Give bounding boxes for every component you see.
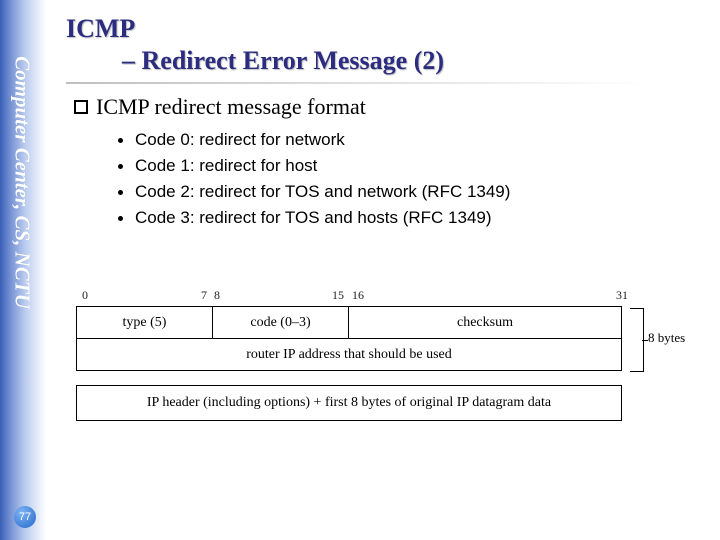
header-row-1: type (5) code (0–3) checksum <box>77 307 621 339</box>
field-code: code (0–3) <box>213 307 349 338</box>
list-item: Code 0: redirect for network <box>118 130 706 150</box>
body: ICMP redirect message format Code 0: red… <box>66 94 706 228</box>
title-separator <box>66 82 686 84</box>
slide-title-line2: – Redirect Error Message (2) <box>122 46 706 76</box>
section-heading: ICMP redirect message format <box>96 94 366 120</box>
bullet-text: Code 3: redirect for TOS and hosts (RFC … <box>135 208 492 228</box>
field-payload: IP header (including options) + first 8 … <box>76 385 622 421</box>
brace-label: 8 bytes <box>648 330 685 346</box>
page-number-badge: 77 <box>14 506 36 528</box>
bit-label: 16 <box>352 288 364 303</box>
packet-wrap: type (5) code (0–3) checksum router IP a… <box>76 306 690 371</box>
list-item: Code 3: redirect for TOS and hosts (RFC … <box>118 208 706 228</box>
bullet-dot-icon <box>118 190 123 195</box>
slide-title-line1: ICMP <box>66 14 706 44</box>
field-checksum: checksum <box>349 307 621 338</box>
bullet-dot-icon <box>118 216 123 221</box>
icmp-header-box: type (5) code (0–3) checksum router IP a… <box>76 306 622 371</box>
bit-label: 31 <box>616 288 628 303</box>
diagram-gap <box>76 371 690 385</box>
sidebar: Computer Center, CS, NCTU 77 <box>0 0 46 540</box>
bit-label: 15 <box>332 288 344 303</box>
section-heading-row: ICMP redirect message format <box>74 94 706 120</box>
bullet-text: Code 0: redirect for network <box>135 130 345 150</box>
packet-diagram: 0 7 8 15 16 31 type (5) code (0–3) check… <box>76 288 690 421</box>
bullet-dot-icon <box>118 164 123 169</box>
bit-ruler: 0 7 8 15 16 31 <box>76 288 690 304</box>
bullet-dot-icon <box>118 138 123 143</box>
bullet-text: Code 1: redirect for host <box>135 156 317 176</box>
list-item: Code 2: redirect for TOS and network (RF… <box>118 182 706 202</box>
square-bullet-icon <box>74 100 88 114</box>
content-area: ICMP – Redirect Error Message (2) ICMP r… <box>66 14 706 234</box>
field-router-ip: router IP address that should be used <box>77 339 621 370</box>
slide: Computer Center, CS, NCTU 77 ICMP – Redi… <box>0 0 720 540</box>
sidebar-org-label: Computer Center, CS, NCTU <box>10 3 35 363</box>
header-row-2: router IP address that should be used <box>77 339 621 371</box>
bit-label: 0 <box>82 288 88 303</box>
field-type: type (5) <box>77 307 213 338</box>
list-item: Code 1: redirect for host <box>118 156 706 176</box>
bullet-text: Code 2: redirect for TOS and network (RF… <box>135 182 510 202</box>
bit-label: 8 <box>214 288 220 303</box>
bullet-list: Code 0: redirect for network Code 1: red… <box>118 130 706 228</box>
bit-label: 7 <box>201 288 207 303</box>
brace-icon <box>630 308 644 372</box>
